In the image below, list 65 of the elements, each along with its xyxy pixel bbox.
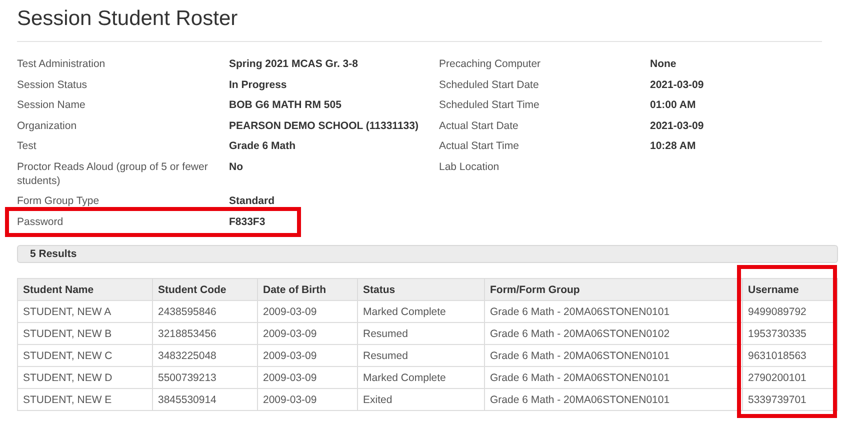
table-cell: 2790200101 [742,366,838,388]
table-cell: 5500739213 [152,366,258,388]
page-title: Session Student Roster [17,7,822,42]
table-cell: 1953730335 [742,322,838,344]
table-cell: Grade 6 Math - 20MA06STONEN0101 [484,344,742,366]
column-header: Student Code [152,278,258,300]
table-cell: Grade 6 Math - 20MA06STONEN0101 [484,366,742,388]
field-label: Organization [17,120,77,132]
field-value: 10:28 AM [650,140,696,152]
table-cell: Resumed [358,322,484,344]
table-cell: STUDENT, NEW E [18,388,152,410]
field-value: PEARSON DEMO SCHOOL (11331133) [229,120,418,132]
table-cell: Grade 6 Math - 20MA06STONEN0101 [484,388,742,410]
table-cell: 3845530914 [152,388,258,410]
table-cell: 9499089792 [742,300,838,322]
field-value: BOB G6 MATH RM 505 [229,99,342,111]
field-value: Grade 6 Math [229,140,296,152]
field-value: None [650,58,676,70]
field-label: Proctor Reads Aloud (group of 5 or fewer students) [17,160,208,186]
table-cell: STUDENT, NEW C [18,344,152,366]
field-label: Scheduled Start Time [439,99,540,111]
field-value: Standard [229,195,275,207]
field-label: Actual Start Date [439,120,518,132]
field-value: No [229,160,243,172]
column-header: Username [742,278,838,300]
table-cell: Grade 6 Math - 20MA06STONEN0102 [484,322,742,344]
table-cell: Resumed [358,344,484,366]
field-label: Precaching Computer [439,58,541,70]
results-count: 5 Results [17,245,838,263]
column-header: Date of Birth [258,278,358,300]
table-cell: 2009-03-09 [258,388,358,410]
field-label: Form Group Type [17,195,100,207]
column-header: Form/Form Group [484,278,742,300]
table-cell: Marked Complete [358,300,484,322]
table-cell: 9631018563 [742,344,838,366]
field-label: Test [17,140,36,152]
table-cell: 2009-03-09 [258,344,358,366]
field-label: Session Name [17,99,86,111]
table-cell: 2009-03-09 [258,322,358,344]
field-value: Spring 2021 MCAS Gr. 3-8 [229,58,358,70]
table-cell: STUDENT, NEW A [18,300,152,322]
field-value: F833F3 [229,216,266,228]
table-cell: 2009-03-09 [258,300,358,322]
table-cell: Marked Complete [358,366,484,388]
table-cell: 3483225048 [152,344,258,366]
field-value: In Progress [229,78,287,90]
field-label: Actual Start Time [439,140,519,152]
field-label: Session Status [17,78,88,90]
column-header: Status [358,278,484,300]
field-label: Password [17,216,64,228]
field-label: Test Administration [17,58,106,70]
table-cell: 2009-03-09 [258,366,358,388]
table-cell: 5339739701 [742,388,838,410]
table-cell: Grade 6 Math - 20MA06STONEN0101 [484,300,742,322]
table-cell: STUDENT, NEW D [18,366,152,388]
field-value: 2021-03-09 [650,120,704,132]
field-label: Scheduled Start Date [439,78,539,90]
field-label: Lab Location [439,160,500,172]
field-value: 01:00 AM [650,99,696,111]
field-value: 2021-03-09 [650,78,704,90]
table-cell: 3218853456 [152,322,258,344]
table-cell: Exited [358,388,484,410]
table-cell: STUDENT, NEW B [18,322,152,344]
column-header: Student Name [18,278,152,300]
table-cell: 2438595846 [152,300,258,322]
